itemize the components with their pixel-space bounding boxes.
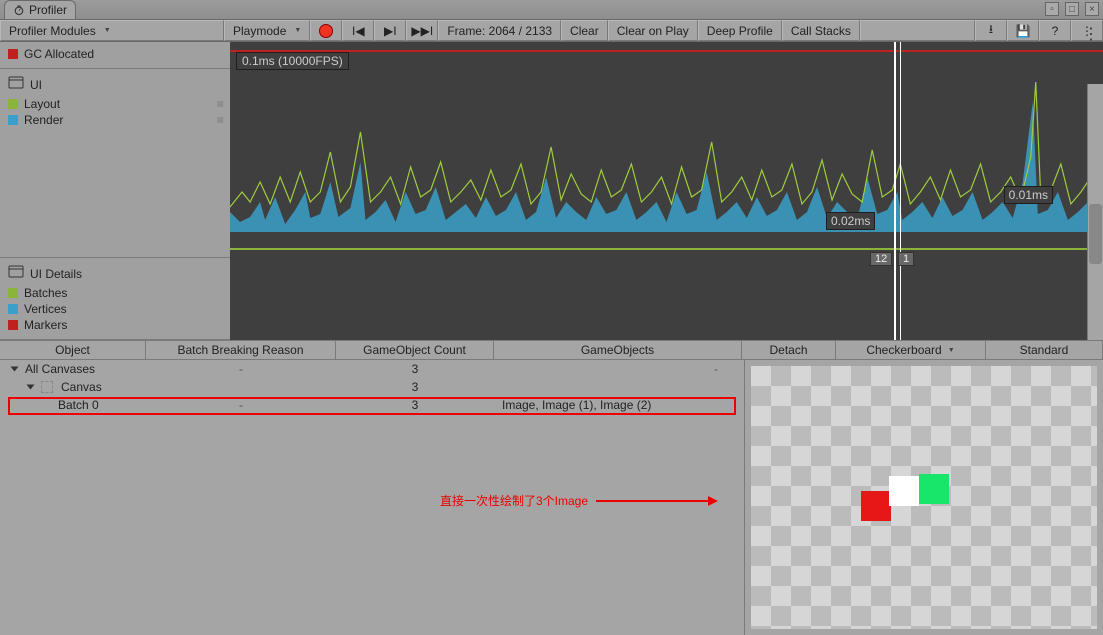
swatch-layout (8, 99, 18, 109)
canvas-icon (41, 381, 53, 393)
help-button[interactable]: ? (1039, 20, 1071, 41)
help-icon: ? (1048, 24, 1062, 38)
expand-caret-icon[interactable] (27, 385, 35, 390)
toolbar: Profiler Modules Playmode I◀ ▶I ▶▶I Fram… (0, 20, 1103, 42)
next-icon: ▶▶I (415, 24, 429, 38)
col-objects[interactable]: GameObjects (494, 341, 742, 359)
window-controls: ▫ □ × (1045, 2, 1099, 16)
frame-label: Frame: 2064 / 2133 (447, 24, 552, 38)
tab-title: Profiler (29, 3, 67, 17)
module-gc[interactable]: GC Allocated (0, 42, 230, 69)
expand-caret-icon[interactable] (11, 367, 19, 372)
playmode-label: Playmode (233, 24, 286, 38)
skip-first-icon: I◀ (351, 24, 365, 38)
col-count[interactable]: GameObject Count (336, 341, 494, 359)
drag-handle-icon[interactable]: ≡ (217, 113, 222, 127)
frame-badge-1: 12 (870, 252, 892, 266)
table-row[interactable]: Batch 0 - 3 Image, Image (1), Image (2) (0, 396, 744, 414)
record-button[interactable] (310, 20, 342, 41)
prev-icon: ▶I (383, 24, 397, 38)
annotation: 直接一次性绘制了3个Image (440, 492, 716, 509)
record-icon (319, 24, 333, 38)
profiler-icon (13, 4, 25, 16)
import-icon: ⭳ (984, 24, 998, 38)
graph-scrollbar[interactable] (1087, 84, 1103, 340)
preview-image-green (919, 474, 949, 504)
window-popout-icon[interactable]: ▫ (1045, 2, 1059, 16)
profiler-tab[interactable]: Profiler (4, 0, 76, 19)
modules-label: Profiler Modules (9, 24, 96, 38)
preview-panel (745, 360, 1103, 635)
clear-on-play-button[interactable]: Clear on Play (608, 20, 698, 41)
modules-panel: GC Allocated UI Layout≡ Render≡ UI Detai… (0, 42, 230, 340)
panel-menu-icon[interactable]: ⋮ (1083, 24, 1099, 44)
standard-button[interactable]: Standard (986, 341, 1103, 359)
uidetails-module-icon (8, 264, 24, 283)
frame-next-button[interactable]: ▶▶I (406, 20, 438, 41)
window-maximize-icon[interactable]: □ (1065, 2, 1079, 16)
preview-image-red (861, 491, 891, 521)
col-reason[interactable]: Batch Breaking Reason (146, 341, 336, 359)
frame-prev-button[interactable]: ▶I (374, 20, 406, 41)
graph-tooltip-1: 0.01ms (1004, 186, 1053, 204)
main-area: GC Allocated UI Layout≡ Render≡ UI Detai… (0, 42, 1103, 340)
annotation-text: 直接一次性绘制了3个Image (440, 492, 588, 509)
ui-module-icon (8, 75, 24, 94)
drag-handle-icon[interactable]: ≡ (217, 97, 222, 111)
clear-button[interactable]: Clear (561, 20, 608, 41)
load-button[interactable]: ⭳ (975, 20, 1007, 41)
save-button[interactable]: 💾 (1007, 20, 1039, 41)
window-close-icon[interactable]: × (1085, 2, 1099, 16)
table-row[interactable]: Canvas 3 (0, 378, 744, 396)
module-ui[interactable]: UI Layout≡ Render≡ (0, 69, 230, 258)
swatch-gc (8, 49, 18, 59)
preview-checkerboard[interactable] (751, 366, 1097, 629)
module-ui-details[interactable]: UI Details Batches Vertices Markers (0, 258, 230, 340)
profiler-modules-dropdown[interactable]: Profiler Modules (0, 20, 224, 41)
table-row[interactable]: All Canvases - 3 - (0, 360, 744, 378)
detach-button[interactable]: Detach (742, 341, 836, 359)
col-object[interactable]: Object (0, 341, 146, 359)
graph-area[interactable]: 0.1ms (10000FPS) 0.01ms 0.02ms 12 1 (230, 42, 1103, 340)
fps-label: 0.1ms (10000FPS) (236, 52, 349, 70)
swatch-markers (8, 320, 18, 330)
playmode-dropdown[interactable]: Playmode (224, 20, 310, 41)
swatch-batches (8, 288, 18, 298)
frame-first-button[interactable]: I◀ (342, 20, 374, 41)
deep-profile-button[interactable]: Deep Profile (698, 20, 782, 41)
swatch-vertices (8, 304, 18, 314)
lower-area: All Canvases - 3 - Canvas 3 Batch 0 - 3 … (0, 360, 1103, 635)
call-stacks-button[interactable]: Call Stacks (782, 20, 860, 41)
swatch-render (8, 115, 18, 125)
columns-header: Object Batch Breaking Reason GameObject … (0, 340, 1103, 360)
frame-cursor-secondary[interactable] (900, 42, 901, 340)
preview-image-white (889, 476, 919, 506)
frame-badge-2: 1 (898, 252, 914, 266)
frame-cursor[interactable] (894, 42, 896, 340)
tree-area[interactable]: All Canvases - 3 - Canvas 3 Batch 0 - 3 … (0, 360, 745, 635)
graph-tooltip-2: 0.02ms (826, 212, 875, 230)
tab-strip: Profiler ▫ □ × (0, 0, 1103, 20)
checkerboard-dropdown[interactable]: Checkerboard (836, 341, 986, 359)
chart-svg (230, 42, 1103, 340)
annotation-arrow-icon (596, 500, 716, 502)
frame-indicator[interactable]: Frame: 2064 / 2133 (438, 20, 561, 41)
save-icon: 💾 (1016, 24, 1030, 38)
